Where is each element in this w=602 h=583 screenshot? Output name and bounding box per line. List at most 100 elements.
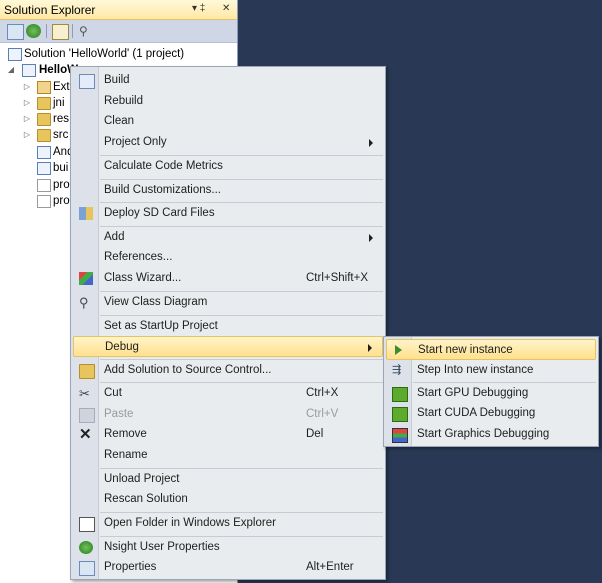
class-diagram-icon: ⚲ — [79, 295, 89, 310]
menu-item-label: Add Solution to Source Control... — [104, 364, 272, 376]
tree-item-label: Solution 'HelloWorld' (1 project) — [24, 48, 185, 60]
collapsed-triangle-icon[interactable]: ▷ — [22, 127, 32, 143]
menu-item-label: Cut — [104, 387, 122, 399]
menu-item-label: Build Customizations... — [104, 184, 221, 196]
menu-item-view-class-diagram[interactable]: ⚲ View Class Diagram — [73, 292, 383, 313]
menu-item-label: Remove — [104, 428, 147, 440]
graphics-debug-icon — [392, 428, 408, 443]
properties-icon — [79, 561, 95, 576]
submenu-arrow-icon — [369, 234, 373, 242]
properties-tool-icon[interactable] — [7, 24, 24, 40]
pin-icon[interactable]: ▾ ‡ — [192, 3, 205, 14]
expanded-triangle-icon[interactable]: ◢ — [6, 62, 16, 78]
menu-item-start-new-instance[interactable]: Start new instance — [386, 339, 596, 360]
references-icon — [37, 81, 51, 94]
solution-explorer-titlebar: Solution Explorer ▾ ‡ ✕ — [0, 0, 237, 20]
collapsed-triangle-icon[interactable]: ▷ — [22, 79, 32, 95]
menu-item-shortcut: Del — [306, 428, 324, 440]
menu-item-class-wizard[interactable]: Class Wizard... Ctrl+Shift+X — [73, 268, 383, 289]
menu-item-remove[interactable]: ✕ Remove Del — [73, 424, 383, 445]
menu-item-unload-project[interactable]: Unload Project — [73, 469, 383, 490]
menu-item-label: Start new instance — [418, 344, 513, 356]
nsight-tool-icon[interactable] — [26, 24, 41, 38]
show-all-files-icon[interactable] — [52, 24, 69, 40]
tree-item-project[interactable]: ◢ HelloW — [8, 62, 78, 78]
collapsed-triangle-icon[interactable]: ▷ — [22, 95, 32, 111]
menu-item-debug[interactable]: Debug — [73, 336, 383, 357]
xml-file-icon — [37, 146, 51, 159]
menu-item-shortcut: Ctrl+X — [306, 387, 339, 399]
menu-item-rebuild[interactable]: Rebuild — [73, 91, 383, 112]
menu-item-rename[interactable]: Rename — [73, 445, 383, 466]
build-icon — [79, 74, 95, 89]
menu-item-label: View Class Diagram — [104, 296, 208, 308]
menu-item-start-graphics-debugging[interactable]: Start Graphics Debugging — [386, 424, 596, 445]
deploy-icon — [79, 207, 93, 220]
menu-item-cut[interactable]: ✂ Cut Ctrl+X — [73, 383, 383, 404]
menu-item-rescan-solution[interactable]: Rescan Solution — [73, 489, 383, 510]
menu-item-label: Calculate Code Metrics — [104, 160, 223, 172]
panel-title: Solution Explorer — [4, 3, 96, 17]
debug-submenu: Start new instance ⇶ Step Into new insta… — [383, 336, 599, 447]
play-icon — [395, 345, 402, 355]
menu-item-build[interactable]: Build — [73, 70, 383, 91]
menu-item-label: Properties — [104, 561, 157, 573]
menu-item-deploy-sd-card-files[interactable]: Deploy SD Card Files — [73, 203, 383, 224]
menu-item-step-into-new-instance[interactable]: ⇶ Step Into new instance — [386, 360, 596, 381]
menu-item-references[interactable]: References... — [73, 247, 383, 268]
menu-item-project-only[interactable]: Project Only — [73, 132, 383, 153]
submenu-arrow-icon — [369, 139, 373, 147]
cuda-debug-icon — [392, 407, 408, 422]
menu-item-label: Debug — [105, 341, 139, 353]
menu-item-label: Project Only — [104, 136, 167, 148]
menu-item-label: Step Into new instance — [417, 364, 534, 376]
view-class-diagram-tool-icon[interactable]: ⚲ — [79, 24, 94, 38]
menu-item-open-folder[interactable]: Open Folder in Windows Explorer — [73, 513, 383, 534]
menu-item-label: Rebuild — [104, 95, 143, 107]
menu-item-properties[interactable]: Properties Alt+Enter — [73, 557, 383, 578]
close-icon[interactable]: ✕ — [222, 3, 230, 14]
menu-item-label: References... — [104, 251, 173, 263]
menu-item-label: Class Wizard... — [104, 272, 182, 284]
collapsed-triangle-icon[interactable]: ▷ — [22, 111, 32, 127]
tree-item-label: pro — [53, 179, 70, 191]
gpu-debug-icon — [392, 387, 408, 402]
tree-item-label: jni — [53, 97, 65, 109]
paste-icon — [79, 408, 95, 423]
menu-item-start-gpu-debugging[interactable]: Start GPU Debugging — [386, 383, 596, 404]
step-into-icon: ⇶ — [392, 364, 402, 376]
open-folder-icon — [79, 517, 95, 532]
xml-file-icon — [37, 162, 51, 175]
menu-item-build-customizations[interactable]: Build Customizations... — [73, 180, 383, 201]
menu-item-calculate-code-metrics[interactable]: Calculate Code Metrics — [73, 156, 383, 177]
menu-item-paste[interactable]: Paste Ctrl+V — [73, 404, 383, 425]
menu-item-label: Add — [104, 231, 125, 243]
remove-x-icon: ✕ — [79, 426, 92, 443]
menu-item-add-solution-to-source-control[interactable]: Add Solution to Source Control... — [73, 360, 383, 381]
menu-item-add[interactable]: Add — [73, 227, 383, 248]
menu-item-nsight-user-properties[interactable]: Nsight User Properties — [73, 537, 383, 558]
solution-explorer-toolbar: ⚲ — [0, 20, 237, 43]
menu-item-start-cuda-debugging[interactable]: Start CUDA Debugging — [386, 403, 596, 424]
menu-item-clean[interactable]: Clean — [73, 111, 383, 132]
menu-item-label: Clean — [104, 115, 135, 127]
menu-item-label: Start Graphics Debugging — [417, 428, 550, 440]
menu-item-label: Start GPU Debugging — [417, 387, 529, 399]
tree-item-label: res — [53, 113, 69, 125]
folder-icon — [37, 129, 51, 142]
menu-item-shortcut: Alt+Enter — [306, 561, 354, 573]
menu-item-label: Build — [104, 74, 130, 86]
menu-item-label: Nsight User Properties — [104, 541, 220, 553]
project-icon — [22, 64, 36, 77]
menu-item-label: Set as StartUp Project — [104, 320, 218, 332]
menu-item-set-startup-project[interactable]: Set as StartUp Project — [73, 316, 383, 337]
menu-item-label: Unload Project — [104, 473, 180, 485]
menu-item-label: Paste — [104, 408, 134, 420]
folder-icon — [37, 113, 51, 126]
menu-item-shortcut: Ctrl+Shift+X — [306, 272, 368, 284]
class-wizard-icon — [79, 272, 93, 285]
scissors-icon: ✂ — [79, 386, 90, 401]
file-icon — [37, 179, 51, 192]
menu-item-label: Deploy SD Card Files — [104, 207, 215, 219]
tree-item-label: bui — [53, 162, 69, 174]
